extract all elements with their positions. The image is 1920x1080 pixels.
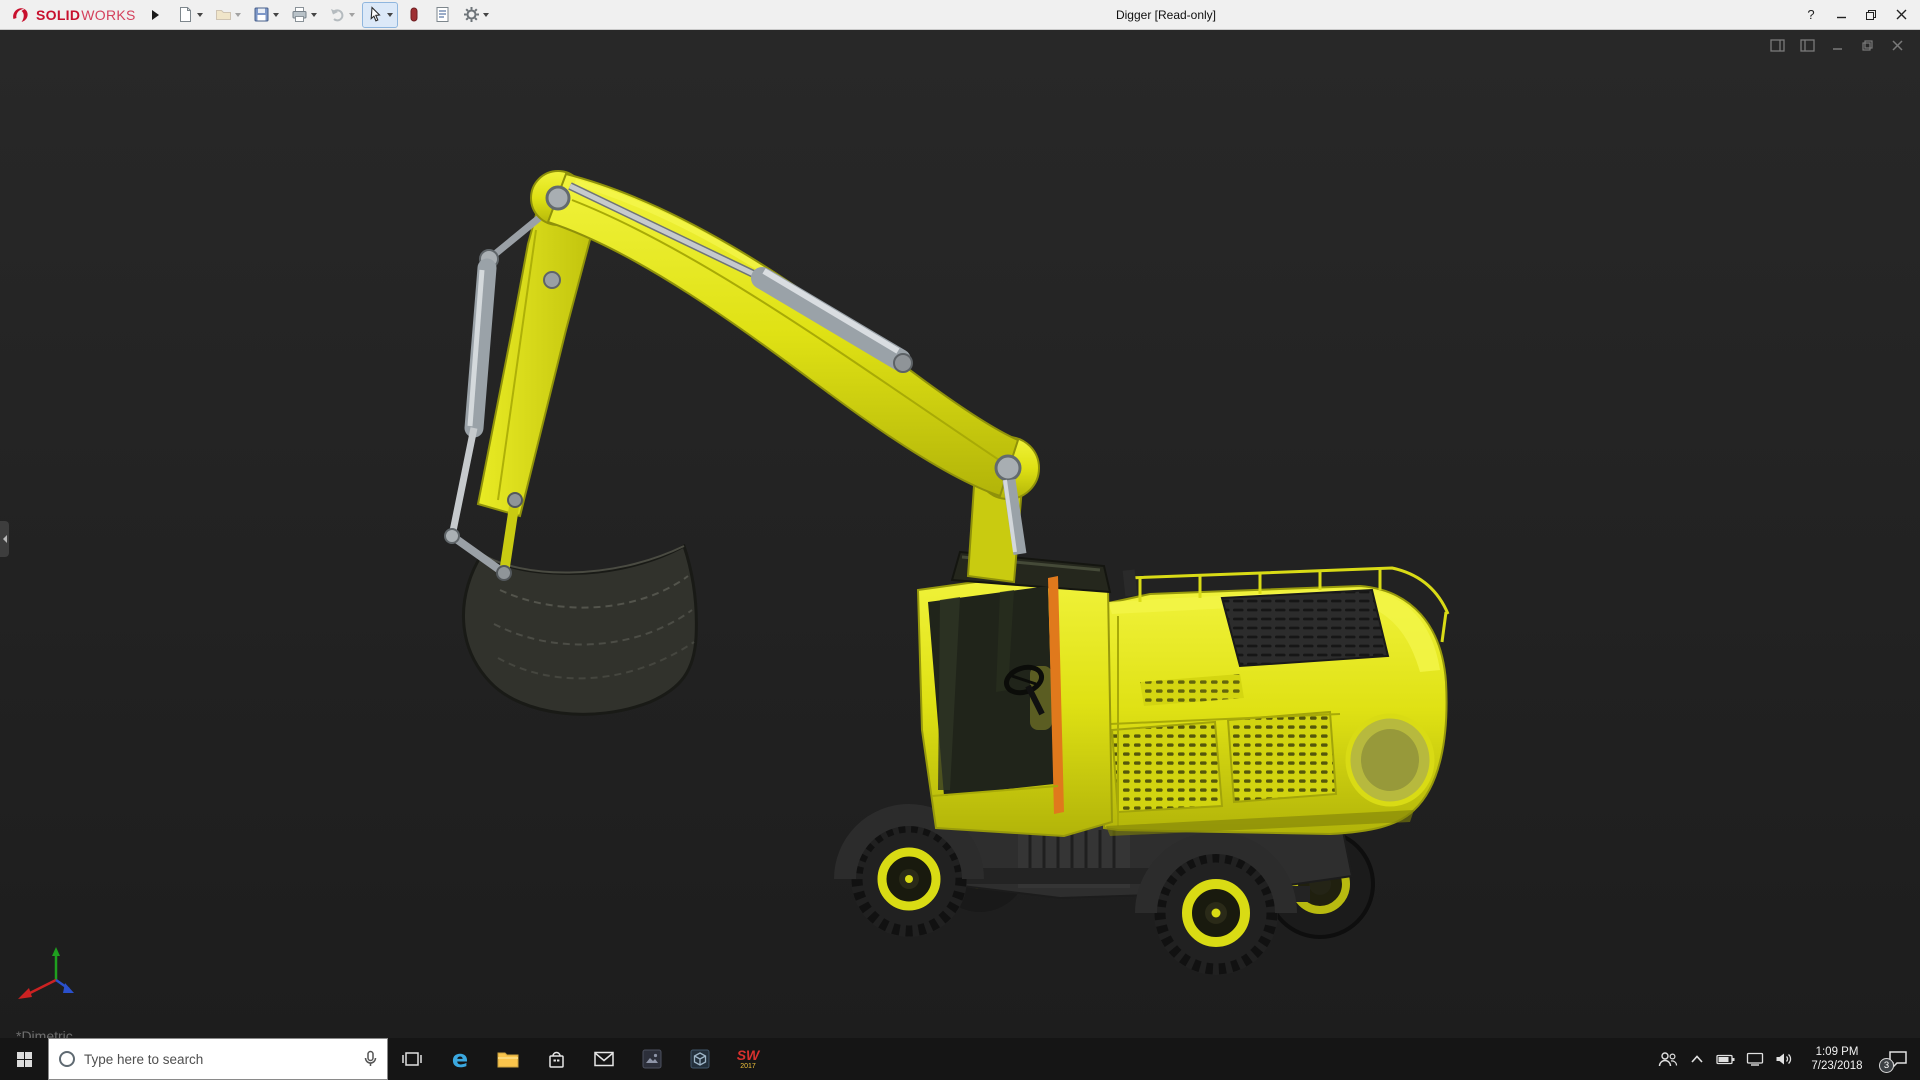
help-button[interactable]: ? — [1796, 0, 1826, 29]
dropdown-caret-icon — [235, 13, 241, 17]
edge-button[interactable]: e — [436, 1038, 484, 1080]
graphics-viewport[interactable]: *Dimetric — [0, 30, 1920, 1038]
file-explorer-button[interactable] — [484, 1038, 532, 1080]
close-icon — [1896, 9, 1907, 20]
new-document-icon — [177, 6, 194, 23]
task-view-icon — [402, 1050, 422, 1068]
taskbar-search[interactable] — [48, 1038, 388, 1080]
model-upper-body[interactable] — [1104, 568, 1448, 836]
network-icon — [1746, 1052, 1764, 1066]
dropdown-caret-icon — [273, 13, 279, 17]
hidden-icons-button[interactable] — [1682, 1038, 1711, 1080]
gear-icon — [463, 6, 480, 23]
clock-date: 7/23/2018 — [1798, 1059, 1876, 1073]
model-boom-arm[interactable] — [531, 171, 1039, 499]
model-cab[interactable] — [918, 552, 1112, 836]
image-app-icon — [642, 1049, 662, 1069]
file-properties-button[interactable] — [430, 3, 455, 27]
dropdown-caret-icon — [197, 13, 203, 17]
dropdown-caret-icon — [311, 13, 317, 17]
save-button[interactable] — [249, 3, 283, 27]
new-document-button[interactable] — [173, 3, 207, 27]
edge-icon: e — [452, 1045, 468, 1073]
pane-icon[interactable] — [1798, 37, 1816, 53]
open-button[interactable] — [211, 3, 245, 27]
view-orientation-label: *Dimetric — [16, 1028, 73, 1038]
cube-app-button[interactable] — [676, 1038, 724, 1080]
dropdown-caret-icon — [483, 13, 489, 17]
titlebar: SOLID WORKS — [0, 0, 1920, 30]
document-window-controls — [1768, 37, 1906, 53]
taskbar: e SW 2 — [0, 1038, 1920, 1080]
appearance-button[interactable] — [401, 3, 426, 27]
doc-minimize-icon[interactable] — [1828, 37, 1846, 53]
volume-button[interactable] — [1769, 1038, 1798, 1080]
solidworks-app-icon: SW 2017 — [737, 1048, 760, 1070]
windows-logo-icon — [16, 1051, 33, 1068]
clock-time: 1:09 PM — [1798, 1045, 1876, 1059]
print-button[interactable] — [287, 3, 321, 27]
store-button[interactable] — [532, 1038, 580, 1080]
mail-envelope-icon — [594, 1051, 614, 1067]
image-app-button[interactable] — [628, 1038, 676, 1080]
dropdown-caret-icon — [387, 13, 393, 17]
task-pane-handle[interactable] — [0, 521, 9, 557]
cortana-circle-icon — [58, 1050, 76, 1068]
quick-toolbar — [173, 3, 493, 27]
battery-icon — [1716, 1054, 1735, 1065]
taskbar-clock[interactable]: 1:09 PM 7/23/2018 — [1798, 1038, 1876, 1080]
restore-button[interactable] — [1856, 0, 1886, 29]
close-button[interactable] — [1886, 0, 1916, 29]
mail-button[interactable] — [580, 1038, 628, 1080]
logo-text-works: WORKS — [81, 7, 135, 23]
search-input[interactable] — [84, 1052, 355, 1067]
select-tool-button[interactable] — [363, 3, 397, 27]
file-properties-icon — [434, 6, 451, 23]
appearance-icon — [405, 6, 422, 23]
3ds-swoosh-icon — [10, 5, 31, 25]
start-button[interactable] — [0, 1038, 48, 1080]
action-center-button[interactable]: 3 — [1876, 1038, 1920, 1080]
minimize-icon — [1836, 9, 1847, 20]
system-tray: 1:09 PM 7/23/2018 3 — [1653, 1038, 1920, 1080]
restore-icon — [1865, 9, 1877, 21]
options-button[interactable] — [459, 3, 493, 27]
menu-expand-icon[interactable] — [152, 10, 159, 20]
dropdown-caret-icon — [349, 13, 355, 17]
undo-button[interactable] — [325, 3, 359, 27]
solidworks-logo: SOLID WORKS — [4, 5, 142, 25]
document-title: Digger [Read-only] — [1116, 8, 1216, 22]
network-button[interactable] — [1740, 1038, 1769, 1080]
folder-icon — [497, 1050, 519, 1068]
open-folder-icon — [215, 6, 232, 23]
logo-text-solid: SOLID — [36, 7, 80, 23]
digger-3d-model[interactable] — [0, 30, 1920, 1038]
speaker-icon — [1775, 1052, 1792, 1066]
battery-button[interactable] — [1711, 1038, 1740, 1080]
minimize-button[interactable] — [1826, 0, 1856, 29]
window-controls: ? — [1796, 0, 1916, 29]
pane-icon[interactable] — [1768, 37, 1786, 53]
orientation-triad — [12, 944, 92, 1014]
store-bag-icon — [547, 1050, 566, 1069]
solidworks-app-button[interactable]: SW 2017 — [724, 1038, 772, 1080]
microphone-icon[interactable] — [363, 1050, 378, 1068]
people-button[interactable] — [1653, 1038, 1682, 1080]
collapse-arrow-icon — [3, 535, 7, 543]
notification-badge: 3 — [1879, 1058, 1894, 1073]
doc-close-icon[interactable] — [1888, 37, 1906, 53]
select-cursor-icon — [367, 6, 384, 23]
cube-app-icon — [690, 1049, 710, 1069]
task-view-button[interactable] — [388, 1038, 436, 1080]
save-floppy-icon — [253, 6, 270, 23]
people-icon — [1658, 1051, 1678, 1067]
doc-restore-icon[interactable] — [1858, 37, 1876, 53]
undo-arrow-icon — [329, 6, 346, 23]
chevron-up-icon — [1690, 1054, 1704, 1064]
print-icon — [291, 6, 308, 23]
